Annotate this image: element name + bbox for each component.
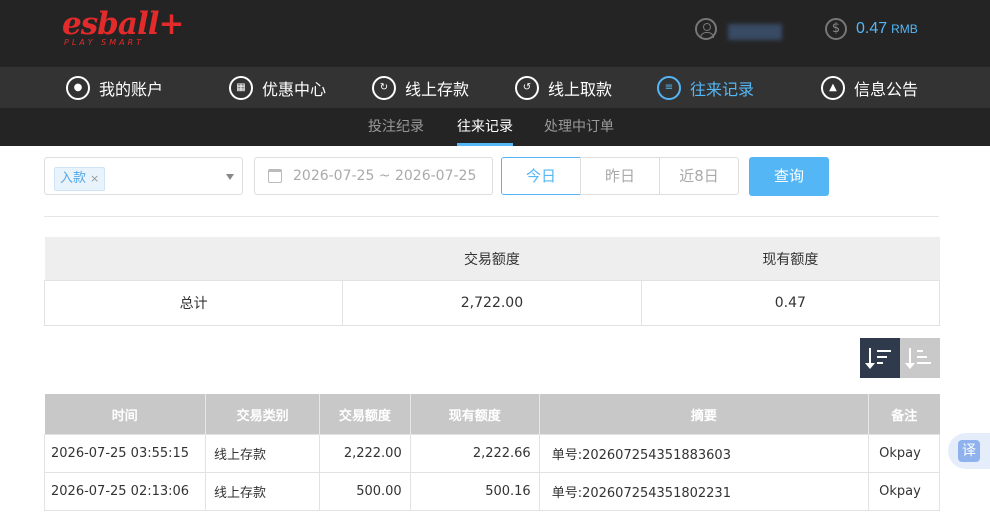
today-button[interactable]: 今日 — [501, 157, 581, 195]
balance-value: 0.47 — [856, 20, 888, 37]
cell-time: 2026-07-25 03:55:15 — [43, 434, 207, 473]
records-icon: ≡ — [657, 75, 681, 100]
sort-descending-button[interactable] — [860, 338, 900, 378]
summary-total-amount: 2,722.00 — [342, 280, 642, 326]
sub-nav: 投注纪录 往来记录 处理中订单 — [0, 108, 990, 146]
cell-note: Okpay — [868, 472, 940, 511]
nav-item-label: 我的账户 — [99, 79, 164, 99]
summary-header-empty — [44, 237, 343, 281]
translate-icon: 译 — [958, 440, 980, 462]
chevron-down-icon[interactable] — [226, 174, 234, 180]
selected-type-tag: 入款 × — [54, 167, 106, 191]
tab-pending-orders[interactable]: 处理中订单 — [544, 108, 614, 146]
nav-item-announcements[interactable]: ▲ 信息公告 — [821, 67, 918, 108]
column-header-balance: 现有额度 — [410, 394, 540, 435]
summary-table: 交易额度 现有额度 总计 2,722.00 0.47 — [43, 237, 941, 326]
sort-descending-icon — [865, 347, 893, 369]
records-table: 时间 交易类别 交易额度 现有额度 摘要 备注 2026-07-25 03:55… — [43, 394, 940, 511]
main-nav: ● 我的账户 ▦ 优惠中心 ↻ 线上存款 ↺ 线上取款 ≡ 往来记录 ▲ 信息公… — [0, 67, 990, 108]
sort-ascending-button[interactable] — [900, 338, 940, 378]
column-header-time[interactable]: 时间 — [44, 394, 207, 435]
column-header-type: 交易类别 — [205, 394, 321, 435]
selected-type-label: 入款 — [60, 171, 87, 186]
summary-total-label: 总计 — [43, 280, 344, 326]
username-redacted — [728, 24, 782, 40]
column-header-note: 备注 — [868, 394, 940, 435]
remove-tag-icon[interactable]: × — [90, 172, 99, 185]
top-bar: esball+ PLAY SMART $ 0.47 RMB — [0, 0, 990, 67]
cell-amount: 500.00 — [319, 472, 411, 511]
summary-header-current: 现有额度 — [641, 237, 940, 281]
nav-item-records[interactable]: ≡ 往来记录 — [657, 67, 754, 108]
nav-item-label: 线上取款 — [548, 79, 613, 99]
column-header-summary: 摘要 — [539, 394, 870, 435]
cell-type: 线上存款 — [205, 472, 321, 511]
gift-icon: ▦ — [229, 75, 253, 100]
date-range-picker[interactable]: 2026-07-25 ~ 2026-07-25 — [254, 157, 493, 195]
balance-display: 0.47 RMB — [856, 20, 918, 38]
column-header-amount: 交易额度 — [319, 394, 411, 435]
summary-header-row: 交易额度 现有额度 — [44, 237, 940, 281]
nav-item-label: 往来记录 — [690, 79, 755, 99]
summary-header-amount: 交易额度 — [342, 237, 642, 281]
summary-current-balance: 0.47 — [640, 280, 941, 326]
last-8-days-button[interactable]: 近8日 — [659, 157, 739, 195]
divider — [44, 216, 939, 217]
yesterday-button[interactable]: 昨日 — [580, 157, 660, 195]
transaction-type-select[interactable]: 入款 × — [44, 157, 243, 195]
table-row: 2026-07-25 03:55:15 线上存款 2,222.00 2,222.… — [43, 434, 940, 473]
balance-unit: RMB — [891, 22, 918, 36]
cell-type: 线上存款 — [205, 434, 321, 473]
nav-item-withdraw[interactable]: ↺ 线上取款 — [515, 67, 612, 108]
nav-item-promotions[interactable]: ▦ 优惠中心 — [229, 67, 326, 108]
nav-item-my-account[interactable]: ● 我的账户 — [66, 67, 163, 108]
cell-summary: 单号:202607254351883603 — [538, 434, 870, 473]
cell-balance: 2,222.66 — [409, 434, 540, 473]
cell-amount: 2,222.00 — [319, 434, 411, 473]
tab-bet-records[interactable]: 投注纪录 — [368, 108, 424, 146]
table-row: 2026-07-25 02:13:06 线上存款 500.00 500.16 单… — [43, 472, 940, 511]
withdraw-icon: ↺ — [515, 75, 539, 100]
coin-icon: $ — [825, 18, 847, 40]
esball-logo[interactable]: esball+ PLAY SMART — [62, 6, 184, 47]
user-icon: ● — [66, 75, 90, 100]
summary-row: 总计 2,722.00 0.47 — [43, 280, 941, 326]
cell-summary: 单号:202607254351802231 — [538, 472, 870, 511]
deposit-icon: ↻ — [372, 75, 396, 100]
tab-transaction-records[interactable]: 往来记录 — [457, 108, 513, 146]
cell-balance: 500.16 — [409, 472, 540, 511]
logo-wordmark: esball+ — [62, 6, 184, 42]
calendar-icon — [268, 169, 282, 183]
nav-item-label: 优惠中心 — [262, 79, 327, 99]
sort-ascending-icon — [905, 347, 933, 369]
records-header-row: 时间 交易类别 交易额度 现有额度 摘要 备注 — [44, 394, 940, 435]
translate-button[interactable]: 译 — [948, 433, 990, 469]
user-avatar-icon[interactable] — [695, 18, 717, 40]
cell-note: Okpay — [868, 434, 940, 473]
bell-icon: ▲ — [821, 75, 845, 100]
nav-item-label: 信息公告 — [854, 79, 919, 99]
cell-time: 2026-07-25 02:13:06 — [43, 472, 207, 511]
nav-item-deposit[interactable]: ↻ 线上存款 — [372, 67, 469, 108]
query-button[interactable]: 查询 — [749, 157, 829, 196]
date-range-value: 2026-07-25 ~ 2026-07-25 — [293, 168, 477, 184]
nav-item-label: 线上存款 — [405, 79, 470, 99]
